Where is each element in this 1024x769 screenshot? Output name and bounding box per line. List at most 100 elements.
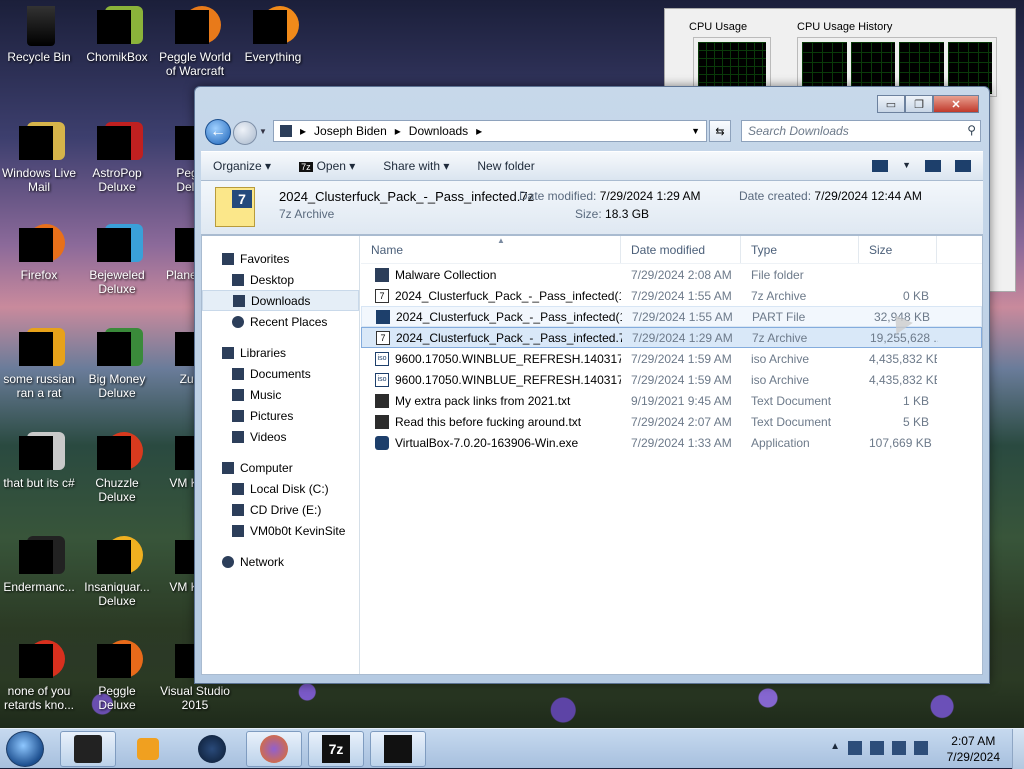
file-row[interactable]: 7 2024_Clusterfuck_Pack_-_Pass_infected(1… bbox=[361, 285, 982, 306]
file-row[interactable]: VirtualBox-7.0.20-163906-Win.exe 7/29/20… bbox=[361, 432, 982, 453]
maximize-button[interactable]: ❐ bbox=[905, 95, 933, 113]
nav-libraries[interactable]: Libraries bbox=[202, 342, 359, 363]
recycle-bin-icon bbox=[27, 6, 55, 46]
nav-desktop[interactable]: Desktop bbox=[202, 269, 359, 290]
search-input[interactable]: Search Downloads ⚲ bbox=[741, 120, 981, 142]
help-icon[interactable] bbox=[955, 160, 971, 172]
taskbar: 7z ▲ 2:07 AM 7/29/2024 bbox=[0, 728, 1024, 769]
recent-pages-dropdown[interactable]: ▼ bbox=[259, 127, 267, 136]
details-date-modified: Date modified: 7/29/2024 1:29 AM bbox=[519, 189, 701, 203]
desktop-icon-big-money[interactable]: Big Money Deluxe bbox=[78, 328, 156, 400]
navigation-pane: Favorites Desktop Downloads Recent Place… bbox=[202, 236, 360, 674]
desktop-icon-endermanc[interactable]: Endermanc... bbox=[0, 536, 78, 594]
back-button[interactable]: ← bbox=[205, 119, 231, 145]
file-row-selected[interactable]: 7 2024_Clusterfuck_Pack_-_Pass_infected.7… bbox=[361, 327, 982, 348]
forward-button[interactable] bbox=[233, 121, 257, 145]
file-row[interactable]: Malware Collection 7/29/2024 2:08 AM Fil… bbox=[361, 264, 982, 285]
breadcrumb-downloads[interactable]: Downloads bbox=[409, 124, 468, 138]
redacted-block bbox=[97, 436, 131, 470]
desktop-icon-windows-live-mail[interactable]: Windows Live Mail bbox=[0, 122, 78, 194]
task-manager-icon bbox=[384, 735, 412, 763]
file-list: ▲ Name Date modified Type Size Malware C… bbox=[361, 236, 982, 674]
folder-icon bbox=[375, 267, 389, 282]
desktop-icon-russian-rat[interactable]: some russian ran a rat bbox=[0, 328, 78, 400]
nav-local-disk[interactable]: Local Disk (C:) bbox=[202, 478, 359, 499]
tray-icon[interactable] bbox=[848, 741, 862, 755]
nav-cd-drive[interactable]: CD Drive (E:) bbox=[202, 499, 359, 520]
new-folder-button[interactable]: New folder bbox=[477, 159, 534, 173]
desktop-icon-chuzzle[interactable]: Chuzzle Deluxe bbox=[78, 432, 156, 504]
network-icon[interactable] bbox=[892, 741, 906, 755]
preview-pane-icon[interactable] bbox=[925, 160, 941, 172]
desktop-icon-peggle-deluxe-2[interactable]: Peggle Deluxe bbox=[78, 640, 156, 712]
part-file-icon bbox=[376, 309, 390, 324]
desktop-icon-everything[interactable]: Everything bbox=[234, 6, 312, 64]
tray-icon[interactable] bbox=[870, 741, 884, 755]
show-hidden-icons[interactable]: ▲ bbox=[830, 741, 840, 755]
address-dropdown[interactable]: ▼ bbox=[691, 126, 700, 136]
file-row[interactable]: Read this before fucking around.txt 7/29… bbox=[361, 411, 982, 432]
desktop-icon-firefox[interactable]: Firefox bbox=[0, 224, 78, 282]
nav-downloads[interactable]: Downloads bbox=[202, 290, 359, 311]
details-pane: 7 2024_Clusterfuck_Pack_-_Pass_infected.… bbox=[201, 181, 983, 235]
nav-pictures[interactable]: Pictures bbox=[202, 405, 359, 426]
nav-documents[interactable]: Documents bbox=[202, 363, 359, 384]
text-file-icon bbox=[375, 414, 389, 429]
desktop-icon-chomikbox[interactable]: ChomikBox bbox=[78, 6, 156, 64]
minimize-button[interactable]: ▭ bbox=[877, 95, 905, 113]
redacted-block bbox=[97, 540, 131, 574]
taskbar-media-player[interactable] bbox=[120, 731, 176, 767]
nav-vm-share[interactable]: VM0b0t KevinSite bbox=[202, 520, 359, 541]
address-bar[interactable]: ▸ Joseph Biden ▸ Downloads ▸ ▼ bbox=[273, 120, 707, 142]
breadcrumb-joseph-biden[interactable]: Joseph Biden bbox=[314, 124, 387, 138]
7z-file-icon: 7 bbox=[375, 288, 389, 303]
nav-computer[interactable]: Computer bbox=[202, 457, 359, 478]
nav-favorites[interactable]: Favorites bbox=[202, 248, 359, 269]
taskbar-explorer[interactable] bbox=[60, 731, 116, 767]
taskbar-firefox[interactable] bbox=[246, 731, 302, 767]
explorer-window[interactable]: ▭ ❐ ✕ ← ▼ ▸ Joseph Biden ▸ Downloads ▸ ▼… bbox=[194, 86, 990, 684]
file-row[interactable]: iso 9600.17050.WINBLUE_REFRESH.140317-1..… bbox=[361, 348, 982, 369]
desktop-icon-astropop[interactable]: AstroPop Deluxe bbox=[78, 122, 156, 194]
volume-icon[interactable] bbox=[914, 741, 928, 755]
system-tray: ▲ bbox=[830, 741, 928, 755]
search-icon: ⚲ bbox=[967, 123, 976, 137]
taskbar-task-manager[interactable] bbox=[370, 731, 426, 767]
nav-music[interactable]: Music bbox=[202, 384, 359, 405]
taskbar-globe[interactable] bbox=[184, 731, 240, 767]
desktop-icon-none-of-you[interactable]: none of you retards kno... bbox=[0, 640, 78, 712]
details-size: Size: 18.3 GB bbox=[575, 207, 650, 221]
desktop-icon-that-but-c[interactable]: that but its c# bbox=[0, 432, 78, 490]
computer-icon bbox=[222, 461, 234, 474]
desktop-icon-recycle-bin[interactable]: Recycle Bin bbox=[0, 6, 78, 64]
clock[interactable]: 2:07 AM 7/29/2024 bbox=[947, 733, 1000, 765]
nav-recent-places[interactable]: Recent Places bbox=[202, 311, 359, 332]
cpu-history-label: CPU Usage History bbox=[797, 21, 893, 33]
file-row[interactable]: My extra pack links from 2021.txt 9/19/2… bbox=[361, 390, 982, 411]
redacted-block bbox=[175, 10, 209, 44]
view-dropdown[interactable]: ▼ bbox=[902, 160, 911, 172]
desktop-icon-peggle-wow[interactable]: Peggle World of Warcraft bbox=[156, 6, 234, 78]
7zip-icon: 7z bbox=[299, 162, 313, 172]
column-name[interactable]: Name bbox=[361, 236, 621, 263]
redacted-block bbox=[97, 228, 131, 262]
change-view-icon[interactable] bbox=[872, 160, 889, 172]
column-date-modified[interactable]: Date modified bbox=[621, 236, 741, 263]
nav-videos[interactable]: Videos bbox=[202, 426, 359, 447]
redacted-block bbox=[19, 644, 53, 678]
nav-network[interactable]: Network bbox=[202, 551, 359, 572]
refresh-button[interactable]: ⇆ bbox=[709, 120, 731, 142]
show-desktop-button[interactable] bbox=[1012, 729, 1024, 769]
column-size[interactable]: Size bbox=[859, 236, 937, 263]
open-button[interactable]: 7z Open ▾ bbox=[299, 159, 355, 173]
desktop-icon-insaniquarium[interactable]: Insaniquar... Deluxe bbox=[78, 536, 156, 608]
file-row[interactable]: iso 9600.17050.WINBLUE_REFRESH.140317-1..… bbox=[361, 369, 982, 390]
redacted-block bbox=[19, 228, 53, 262]
taskbar-7zip[interactable]: 7z bbox=[308, 731, 364, 767]
desktop-icon-bejeweled[interactable]: Bejeweled Deluxe bbox=[78, 224, 156, 296]
close-button[interactable]: ✕ bbox=[933, 95, 979, 113]
organize-button[interactable]: Organize ▾ bbox=[213, 159, 271, 173]
column-type[interactable]: Type bbox=[741, 236, 859, 263]
share-with-button[interactable]: Share with ▾ bbox=[383, 159, 449, 173]
start-button[interactable] bbox=[6, 731, 44, 767]
